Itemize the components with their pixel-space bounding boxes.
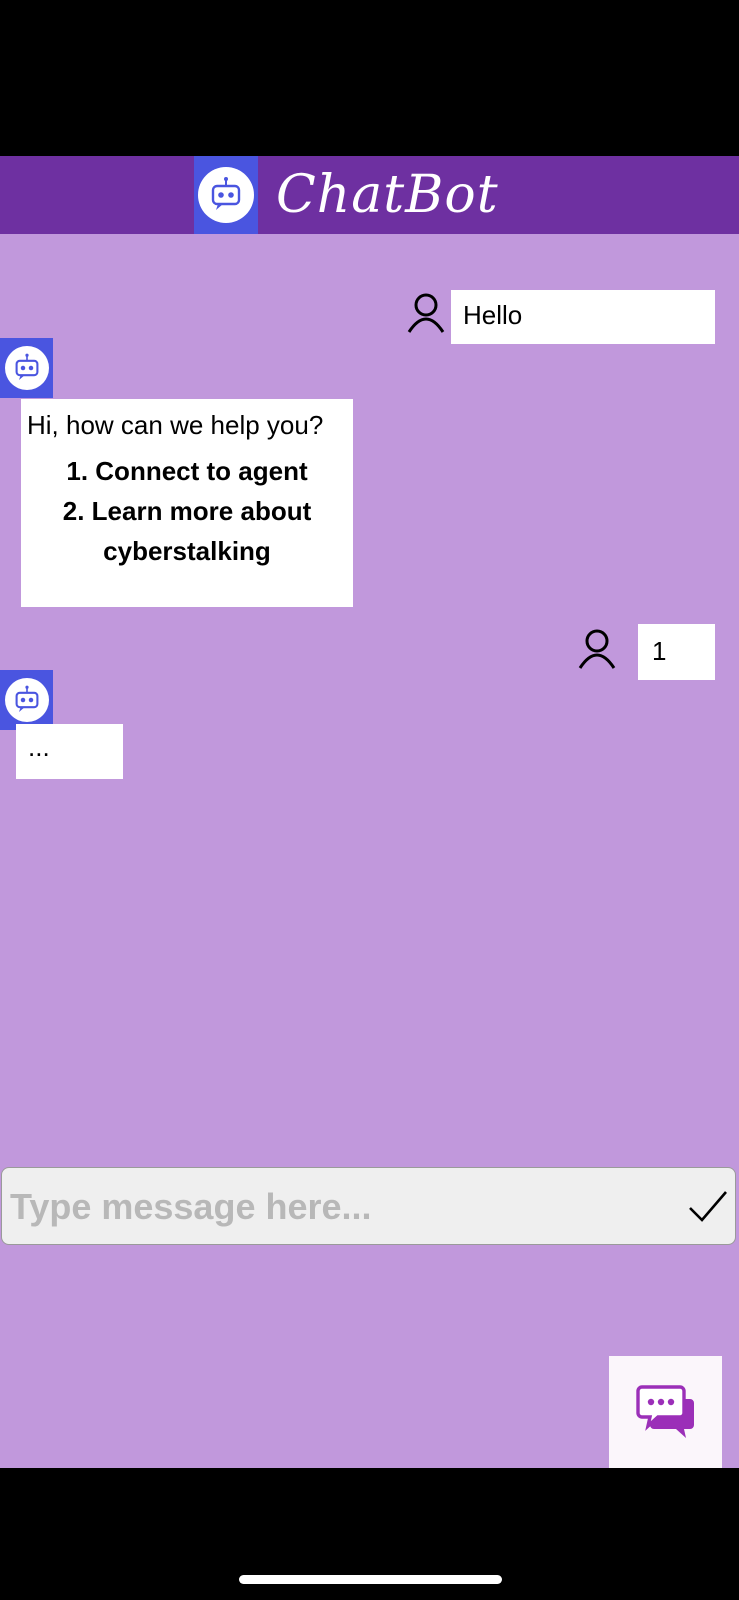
app-header: ChatBot: [0, 156, 739, 234]
bot-avatar: [0, 670, 53, 730]
home-indicator[interactable]: [239, 1575, 502, 1584]
user-icon: [578, 629, 616, 669]
checkmark-icon[interactable]: [687, 1188, 729, 1226]
message-bubble-user: 1: [638, 624, 715, 680]
message-composer: [1, 1167, 736, 1246]
app-title: ChatBot: [276, 165, 499, 225]
message-text: Hello: [463, 300, 523, 330]
message-bubble-bot: Hi, how can we help you? 1. Connect to a…: [21, 399, 353, 607]
logo: [194, 156, 258, 234]
message-bubble-user: Hello: [451, 290, 715, 344]
chat-button[interactable]: [609, 1356, 722, 1468]
message-bubble-bot: ...: [16, 724, 123, 779]
robot-icon: [4, 346, 49, 390]
message-text: 1: [652, 636, 667, 666]
chat-screen: ChatBot Hello Hi, how can we help you? 1…: [0, 156, 739, 1468]
option-connect-agent[interactable]: 1. Connect to agent: [27, 451, 347, 491]
option-list: 1. Connect to agent 2. Learn more about …: [27, 451, 347, 571]
robot-icon: [4, 678, 49, 722]
bot-avatar: [0, 338, 53, 398]
message-input[interactable]: [8, 1168, 672, 1246]
option-learn-more[interactable]: 2. Learn more about cyberstalking: [27, 491, 347, 571]
robot-icon: [198, 167, 254, 223]
message-text: Hi, how can we help you?: [27, 410, 324, 440]
typing-indicator: ...: [28, 732, 50, 762]
user-icon: [407, 293, 445, 333]
chat-bubbles-icon: [635, 1385, 694, 1438]
